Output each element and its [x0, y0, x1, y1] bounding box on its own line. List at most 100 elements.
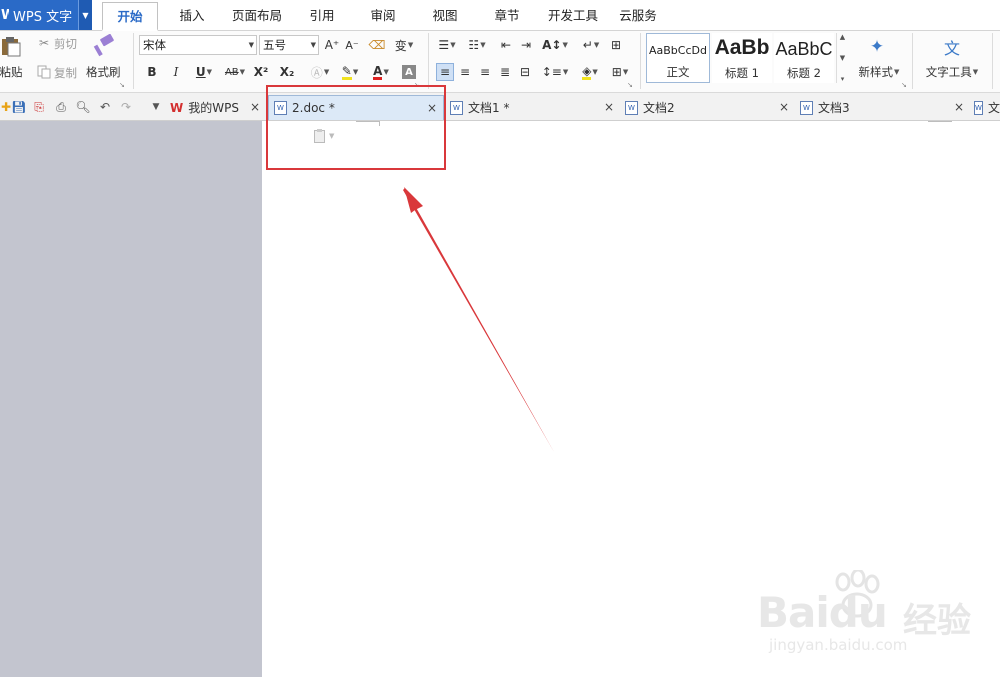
new-style-icon[interactable]: ✦ [864, 35, 890, 59]
app-menu-dropdown-icon[interactable]: ▼ [78, 0, 92, 30]
tab-document-2[interactable]: W 文档2 × [621, 95, 795, 120]
annotation-highlight-box [266, 85, 446, 170]
text-effect-icon: Ⓐ [310, 65, 323, 80]
styles-launcher-icon[interactable]: ↘ [901, 81, 907, 89]
close-icon[interactable]: × [250, 100, 260, 114]
workspace-background [0, 121, 262, 677]
app-menu-button[interactable]: W WPS 文字 ▼ [0, 0, 92, 30]
document-tab-bar: ✚ 💾︎ ⎘ ⎙ 🔍︎ ↶ ↷ ▼ W 我的WPS × W 2.doc * × … [0, 93, 1000, 121]
chevron-down-icon: ▼ [450, 41, 456, 49]
pinyin-guide-button[interactable]: 变 ▼ [392, 36, 416, 54]
tab-document-1[interactable]: W 文档1 * × [446, 95, 620, 120]
tab-references[interactable]: 引用 [298, 0, 346, 30]
subscript-button[interactable]: X₂ [278, 63, 296, 81]
style-normal[interactable]: AaBbCcDd 正文 [646, 33, 710, 83]
chevron-down-icon: ▼ [239, 68, 246, 76]
chevron-up-icon[interactable]: ▲ [840, 33, 845, 41]
text-effect-button[interactable]: Ⓐ ▼ [307, 63, 333, 81]
format-painter-icon[interactable] [92, 34, 116, 58]
bullet-list-button[interactable]: ☰ ▼ [434, 36, 460, 54]
numbered-list-button[interactable]: ☷ ▼ [464, 36, 490, 54]
close-icon[interactable]: × [604, 100, 614, 114]
tab-document-4[interactable]: W 文 [970, 95, 1000, 120]
tab-document-3[interactable]: W 文档3 × [796, 95, 970, 120]
export-pdf-icon[interactable]: ⎘ [31, 99, 47, 115]
strikethrough-button[interactable]: AB ▼ [220, 63, 250, 81]
tab-start[interactable]: 开始 [102, 2, 158, 31]
chevron-down-icon: ▼ [622, 68, 629, 76]
redo-icon[interactable]: ↷ [118, 99, 134, 115]
wps-logo-icon: W [170, 100, 184, 115]
align-right-icon[interactable]: ≡ [476, 63, 494, 81]
close-icon[interactable]: × [954, 100, 964, 114]
chevron-down-icon: ▼ [972, 68, 979, 76]
borders-button[interactable]: ⊞ ▼ [607, 63, 633, 81]
text-tools-icon[interactable]: 文 [940, 35, 964, 59]
superscript-button[interactable]: X² [252, 63, 270, 81]
tab-view[interactable]: 视图 [420, 0, 470, 30]
char-shading-button[interactable]: A [400, 63, 418, 81]
increase-indent-icon[interactable]: ⇥ [517, 36, 535, 54]
style-name: 正文 [666, 65, 690, 79]
decrease-indent-icon[interactable]: ⇤ [497, 36, 515, 54]
justify-icon[interactable]: ≣ [496, 63, 514, 81]
table-icon[interactable]: ⊞ [607, 36, 625, 54]
chevron-down-icon[interactable]: ▼ [840, 54, 845, 62]
cut-button[interactable]: 剪切 [54, 36, 77, 52]
borders-icon: ⊞ [611, 65, 622, 79]
document-icon: W [800, 100, 813, 115]
highlight-button[interactable]: ✎ ▼ [336, 63, 364, 81]
underline-button[interactable]: U ▼ [191, 63, 217, 81]
tab-my-wps[interactable]: W 我的WPS × [170, 95, 266, 120]
tab-page-layout[interactable]: 页面布局 [226, 0, 288, 30]
style-sample: AaBb [714, 36, 770, 59]
font-size-select[interactable]: 五号 ▼ [259, 35, 319, 55]
align-left-icon[interactable]: ≡ [436, 63, 454, 81]
quick-access-dropdown-icon[interactable]: ▼ [148, 99, 164, 115]
document-icon: W [450, 100, 463, 115]
clipboard-launcher-icon[interactable]: ↘ [119, 81, 125, 89]
close-icon[interactable]: × [779, 100, 789, 114]
font-color-button[interactable]: A ▼ [367, 63, 395, 81]
more-styles-icon[interactable]: ▾ [841, 75, 845, 83]
tab-insert[interactable]: 插入 [168, 0, 216, 30]
change-case-button[interactable]: A↕ ▼ [540, 36, 570, 54]
paragraph-launcher-icon[interactable]: ↘ [627, 81, 633, 89]
clear-format-icon[interactable]: ⌫ [368, 36, 386, 54]
document-icon: W [974, 100, 983, 115]
shading-button[interactable]: ◈ ▼ [576, 63, 604, 81]
bold-button[interactable]: B [143, 63, 161, 81]
style-heading-1[interactable]: AaBb 标题 1 [712, 33, 772, 83]
chevron-down-icon: ▼ [407, 41, 414, 49]
align-center-icon[interactable]: ≡ [456, 63, 474, 81]
print-preview-icon[interactable]: 🔍︎ [75, 99, 91, 115]
format-painter-button[interactable]: 格式刷 [86, 64, 121, 80]
shrink-font-button[interactable]: A⁻ [343, 36, 361, 54]
paragraph-mark-button[interactable]: ↵ ▼ [578, 36, 604, 54]
undo-icon[interactable]: ↶ [97, 99, 113, 115]
tab-sections[interactable]: 章节 [482, 0, 532, 30]
wps-logo: W [1, 7, 9, 23]
tab-review[interactable]: 审阅 [358, 0, 408, 30]
scissors-icon[interactable]: ✂ [36, 35, 52, 51]
paste-button[interactable]: 粘贴 [0, 64, 23, 80]
styles-scroller[interactable]: ▲ ▼ ▾ [836, 33, 848, 83]
grow-font-button[interactable]: A⁺ [323, 36, 341, 54]
save-icon[interactable]: 💾︎ [11, 99, 27, 115]
ribbon-toolbar: 粘贴 ✂ 剪切 复制 格式刷 ↘ 宋体 ▼ 五号 ▼ A⁺ A⁻ ⌫ 变 ▼ B … [0, 31, 1000, 93]
tab-cloud-services[interactable]: 云服务 [612, 0, 664, 30]
print-icon[interactable]: ⎙ [53, 99, 69, 115]
line-spacing-button[interactable]: ↕≡ ▼ [541, 63, 569, 81]
distributed-align-icon[interactable]: ⊟ [516, 63, 534, 81]
copy-icon[interactable] [36, 64, 52, 80]
font-name-select[interactable]: 宋体 ▼ [139, 35, 257, 55]
underline-label: U [195, 65, 206, 79]
paste-icon[interactable] [0, 35, 22, 57]
style-heading-2[interactable]: AaBbC 标题 2 [774, 33, 834, 83]
text-tools-button[interactable]: 文字工具 ▼ [920, 64, 984, 80]
new-style-button[interactable]: 新样式 ▼ [852, 64, 906, 80]
tab-developer[interactable]: 开发工具 [542, 0, 604, 30]
chevron-down-icon: ▼ [206, 68, 213, 76]
copy-button[interactable]: 复制 [54, 65, 77, 81]
italic-button[interactable]: I [167, 63, 185, 81]
